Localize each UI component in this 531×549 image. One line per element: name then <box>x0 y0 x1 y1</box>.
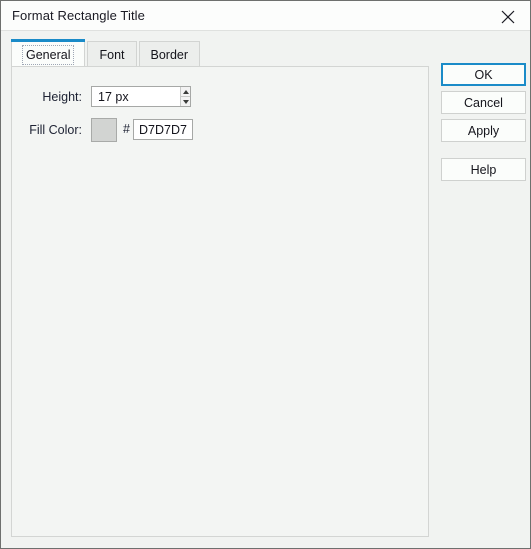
fill-color-hex-field[interactable] <box>133 119 193 140</box>
dialog-title: Format Rectangle Title <box>12 8 145 23</box>
tab-general[interactable]: General <box>11 39 86 67</box>
height-decrement-button[interactable] <box>181 96 190 106</box>
cancel-button[interactable]: Cancel <box>441 91 526 114</box>
help-button[interactable]: Help <box>441 158 526 181</box>
tab-font-label: Font <box>99 47 125 62</box>
chevron-down-icon <box>182 99 189 104</box>
height-label: Height: <box>42 90 82 104</box>
fill-color-label: Fill Color: <box>29 123 82 137</box>
height-spinner[interactable] <box>91 86 191 107</box>
height-input[interactable] <box>92 87 181 106</box>
fill-color-swatch[interactable] <box>91 118 117 142</box>
dialog-titlebar: Format Rectangle Title <box>1 1 530 31</box>
ok-button[interactable]: OK <box>441 63 526 86</box>
apply-button[interactable]: Apply <box>441 119 526 142</box>
format-rectangle-title-dialog: Format Rectangle Title General Font Bord… <box>0 0 531 549</box>
fill-color-hex-input[interactable] <box>134 120 192 139</box>
height-increment-button[interactable] <box>181 87 190 96</box>
close-button[interactable] <box>486 1 530 30</box>
chevron-up-icon <box>182 89 189 94</box>
height-stepper-buttons <box>180 87 190 106</box>
tab-border[interactable]: Border <box>138 41 201 67</box>
tab-border-label: Border <box>150 47 189 62</box>
tab-strip: General Font Border <box>11 39 202 67</box>
tab-font[interactable]: Font <box>87 41 137 67</box>
tab-general-label: General <box>22 44 75 65</box>
general-tab-panel: Height: Fill Color: # <box>11 66 429 537</box>
close-icon <box>501 10 515 24</box>
hex-hash-prefix: # <box>123 122 130 136</box>
